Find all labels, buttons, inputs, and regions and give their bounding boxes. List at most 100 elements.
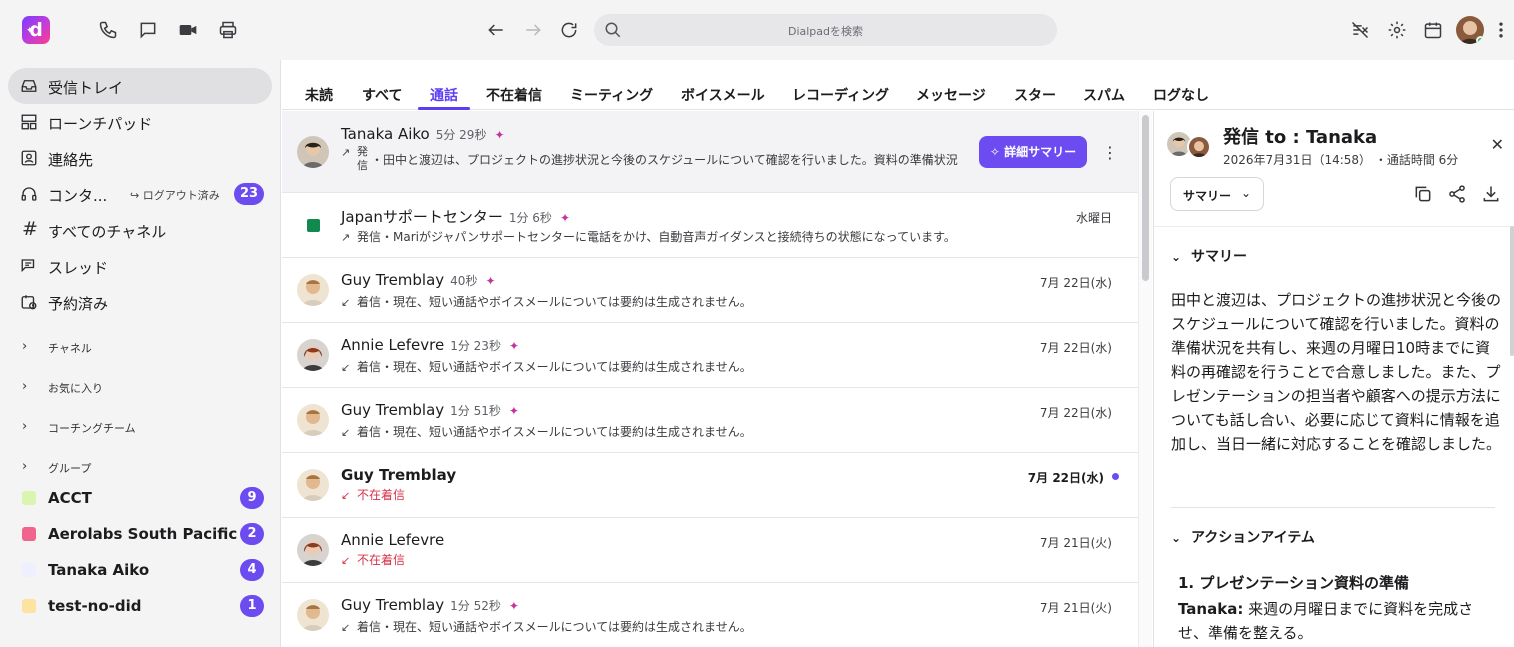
no-music-icon[interactable] <box>1350 20 1370 40</box>
channel-tanaka-aiko[interactable]: Tanaka Aiko 4 <box>8 553 272 587</box>
ai-sparkle-icon: ✦ <box>508 339 520 353</box>
scheduled-icon <box>20 293 38 311</box>
view-select[interactable]: サマリー ⌄ <box>1170 177 1264 211</box>
copy-icon[interactable] <box>1413 184 1433 204</box>
more-vertical-icon[interactable]: ⋮ <box>1102 143 1118 162</box>
chevron-right-icon: › <box>22 419 28 434</box>
tab-starred[interactable]: スター <box>1014 85 1056 105</box>
ai-sparkle-icon: ✦ <box>485 274 496 288</box>
detail-scrollbar[interactable] <box>1510 226 1514 356</box>
summary-section-header[interactable]: ⌄ サマリー <box>1171 246 1247 266</box>
group-favorites[interactable]: › お気に入り <box>8 372 272 402</box>
tab-spam[interactable]: スパム <box>1083 85 1125 105</box>
caller-name: Guy Tremblay <box>341 466 457 484</box>
call-date: 7月 22日(水) <box>1027 471 1104 485</box>
group-channels[interactable]: › チャネル <box>8 332 272 362</box>
sidebar-item-label: 受信トレイ <box>48 79 124 97</box>
list-item[interactable]: Annie Lefevre 1分 23秒 ✦ ↙ 着信・現在、短い通話やボイスメールに… <box>282 323 1138 388</box>
chevron-down-icon: ⌄ <box>1240 186 1251 200</box>
sidebar-item-contacts[interactable]: 連絡先 <box>8 140 272 176</box>
sidebar-item-all-channels[interactable]: # すべてのチャネル <box>8 212 272 248</box>
caller-name: Tanaka Aiko 5分 29秒 ✦ <box>341 125 505 143</box>
avatar <box>297 339 329 371</box>
action-items-section-header[interactable]: ⌄ アクションアイテム <box>1171 527 1315 547</box>
sidebar-item-launchpad[interactable]: ローンチパッド <box>8 104 272 140</box>
chevron-down-icon: ⌄ <box>1171 250 1182 264</box>
sidebar-item-label: すべてのチャネル <box>48 223 167 241</box>
ai-sparkle-icon: ✦ <box>559 211 570 225</box>
tab-unread[interactable]: 未読 <box>305 85 333 105</box>
list-scrollbar[interactable] <box>1138 111 1152 647</box>
ai-sparkle-icon: ✦ <box>494 128 505 142</box>
print-icon[interactable] <box>218 20 238 40</box>
action-item-title: 1. プレゼンテーション資料の準備 <box>1178 574 1410 592</box>
video-icon[interactable] <box>178 20 198 40</box>
share-icon[interactable] <box>1447 184 1467 204</box>
tab-recordings[interactable]: レコーディング <box>792 85 889 105</box>
more-vertical-icon[interactable] <box>1491 20 1511 40</box>
call-summary: ↗ 発 信・田中と渡辺は、プロジェクトの進捗状況と今後のスケジュールについて確認を… <box>341 145 958 172</box>
group-label: お気に入り <box>48 382 103 395</box>
channel-test-no-did[interactable]: test-no-did 1 <box>8 589 272 623</box>
caller-name: Guy Tremblay 1分 51秒 ✦ <box>341 401 519 419</box>
user-avatar[interactable] <box>1456 16 1484 44</box>
channel-color-square <box>22 599 36 613</box>
unread-dot <box>1112 473 1119 480</box>
active-tab-underline <box>418 107 470 110</box>
tab-no-log[interactable]: ログなし <box>1153 85 1209 105</box>
channel-color-square <box>22 563 36 577</box>
list-item[interactable]: Tanaka Aiko 5分 29秒 ✦ ↗ 発 信・田中と渡辺は、プロジェクトの進捗… <box>282 111 1138 193</box>
count-badge: 9 <box>240 487 264 509</box>
back-arrow-icon[interactable] <box>486 20 506 40</box>
caller-name: Japanサポートセンター 1分 6秒 ✦ <box>341 208 570 226</box>
tab-missed[interactable]: 不在着信 <box>486 85 542 105</box>
sidebar-item-inbox[interactable]: 受信トレイ <box>8 68 272 104</box>
tab-calls[interactable]: 通話 <box>430 85 458 105</box>
list-item[interactable]: Guy Tremblay ↙ 不在着信 7月 22日(水) <box>282 453 1138 518</box>
logout-status: ↪ ログアウト済み <box>130 189 220 202</box>
gear-icon[interactable] <box>1387 20 1407 40</box>
summary-text: 田中と渡辺は、プロジェクトの進捗状況と今後のスケジュールについて確認を行いました… <box>1171 291 1502 453</box>
channel-label: Aerolabs South Pacific <box>48 525 238 543</box>
list-item[interactable]: Annie Lefevre ↙ 不在着信 7月 21日(火) <box>282 518 1138 583</box>
incoming-call-icon: ↙ <box>341 621 351 634</box>
scrollbar-thumb[interactable] <box>1142 115 1149 281</box>
call-detail-panel: 発信 to : Tanaka 2026年7月31日（14:58） ・通話時間 6… <box>1153 111 1514 647</box>
list-item[interactable]: Guy Tremblay 1分 52秒 ✦ ↙ 着信・現在、短い通話やボイスメールにつ… <box>282 583 1138 647</box>
top-bar: ✦ d Dialpadを検索 <box>0 0 1514 60</box>
chat-icon[interactable] <box>138 20 158 40</box>
refresh-icon[interactable] <box>559 20 579 40</box>
calendar-icon[interactable] <box>1423 20 1443 40</box>
channel-acct[interactable]: ACCT 9 <box>8 481 272 515</box>
list-item[interactable]: Guy Tremblay 40秒 ✦ ↙ 着信・現在、短い通話やボイスメールについては… <box>282 258 1138 323</box>
sidebar: 受信トレイ ローンチパッド 連絡先 コンタ... ↪ ログアウト済み 23 # … <box>0 60 281 647</box>
call-summary: ↗ 発信・Mariがジャパンサポートセンターに電話をかけ、自動音声ガイダンスと接続… <box>341 230 956 244</box>
avatar <box>1187 135 1211 159</box>
hash-icon: # <box>22 218 38 240</box>
tab-messages[interactable]: メッセージ <box>916 85 986 105</box>
search-bar[interactable]: Dialpadを検索 <box>594 14 1057 46</box>
group-coaching-team[interactable]: › コーチングチーム <box>8 412 272 442</box>
forward-arrow-icon[interactable] <box>523 20 543 40</box>
detailed-summary-button[interactable]: ✧ 詳細サマリー <box>979 136 1087 168</box>
phone-icon[interactable] <box>98 20 118 40</box>
sidebar-item-scheduled[interactable]: 予約済み <box>8 284 272 320</box>
tab-meetings[interactable]: ミーティング <box>570 85 653 105</box>
group-groups[interactable]: › グループ <box>8 452 272 482</box>
dialpad-logo[interactable]: ✦ d <box>22 16 50 44</box>
sidebar-item-threads[interactable]: スレッド <box>8 248 272 284</box>
list-item[interactable]: Guy Tremblay 1分 51秒 ✦ ↙ 着信・現在、短い通話やボイスメールにつ… <box>282 388 1138 453</box>
list-item[interactable]: Japanサポートセンター 1分 6秒 ✦ ↗ 発信・Mariがジャパンサポートセンタ… <box>282 193 1138 258</box>
channel-label: Tanaka Aiko <box>48 561 150 579</box>
download-icon[interactable] <box>1481 184 1501 204</box>
close-icon[interactable]: ✕ <box>1491 135 1504 154</box>
tab-voicemail[interactable]: ボイスメール <box>681 85 765 105</box>
ai-sparkle-icon: ✦ <box>508 599 519 613</box>
tab-all[interactable]: すべて <box>362 85 402 105</box>
sidebar-item-contact-center[interactable]: コンタ... ↪ ログアウト済み 23 <box>8 176 272 212</box>
group-label: チャネル <box>48 342 92 355</box>
outgoing-call-icon: ↗ <box>341 231 351 244</box>
channel-aerolabs[interactable]: Aerolabs South Pacific 2 <box>8 517 272 551</box>
call-date: 7月 21日(火) <box>1039 536 1112 550</box>
call-list: Tanaka Aiko 5分 29秒 ✦ ↗ 発 信・田中と渡辺は、プロジェクトの進捗… <box>282 111 1138 647</box>
